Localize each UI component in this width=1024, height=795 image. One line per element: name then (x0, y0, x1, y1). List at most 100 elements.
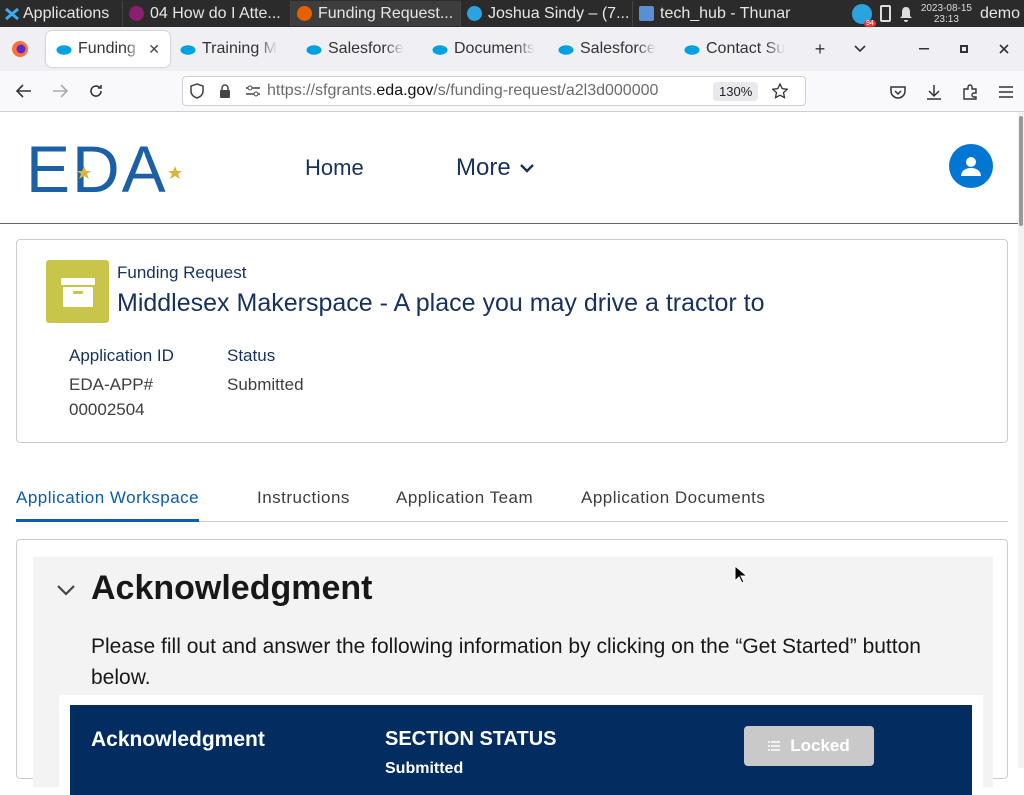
tab-label: Documents (454, 40, 535, 57)
taskbar-window-label: Joshua Sindy – (7... (488, 4, 630, 22)
record-title: Middlesex Makerspace - A place you may d… (117, 289, 765, 317)
browser-tab[interactable]: Documents (422, 31, 548, 67)
minimize-icon (919, 48, 929, 50)
system-tray: 94 2023-08-15 23:13 demo (851, 0, 1024, 27)
field-value: Submitted (227, 375, 304, 394)
shield-icon[interactable] (183, 83, 211, 99)
field-value-line1: EDA-APP# (69, 375, 154, 394)
clock-time: 23:13 (933, 13, 959, 25)
download-icon (927, 84, 941, 100)
logo-text: EDA (26, 140, 168, 196)
salesforce-cloud-icon (180, 44, 196, 55)
archive-box-icon (60, 277, 95, 307)
applications-label: Applications (23, 4, 110, 22)
taskbar-window-1[interactable]: 04 How do I Atte... (122, 1, 290, 26)
pocket-icon (890, 85, 906, 99)
chevron-down-icon (854, 45, 866, 53)
firefox-view-button[interactable] (0, 27, 40, 71)
browser-tab[interactable]: Salesforce (296, 31, 422, 67)
forward-button[interactable] (42, 73, 78, 109)
record-type-label: Funding Request (117, 263, 247, 282)
section-status-label: SECTION STATUS (385, 728, 557, 750)
browser-tab[interactable]: Contact Su (674, 31, 800, 67)
record-tabs: Application Workspace Instructions Appli… (16, 482, 1008, 522)
clock-date: 2023-08-15 (920, 2, 972, 14)
site-header: EDA Home More (0, 112, 1021, 224)
scrollbar-thumb[interactable] (1019, 116, 1023, 226)
app-menu-button[interactable] (988, 74, 1024, 110)
tray-badge: 94 (864, 19, 876, 27)
url-text[interactable]: https://sfgrants.eda.gov/s/funding-reque… (267, 82, 707, 100)
browser-tab-active[interactable]: Funding R ✕ (46, 31, 170, 67)
section-name: Acknowledgment (91, 728, 265, 751)
locked-button-label: Locked (790, 736, 850, 755)
maximize-window-button[interactable] (944, 27, 984, 71)
browser-nav-bar: https://sfgrants.eda.gov/s/funding-reque… (0, 71, 1024, 112)
nav-more-menu[interactable]: More (456, 154, 535, 182)
close-window-button[interactable] (984, 27, 1024, 71)
close-tab-icon[interactable]: ✕ (148, 41, 160, 58)
browser-tab[interactable]: Training M (170, 31, 296, 67)
page-scrollbar[interactable] (1018, 112, 1024, 768)
firefox-icon (297, 6, 312, 21)
taskbar-window-label: 04 How do I Atte... (150, 4, 281, 22)
downloads-button[interactable] (916, 74, 952, 110)
salesforce-cloud-icon (306, 44, 322, 55)
applications-menu[interactable]: Applications (0, 0, 122, 27)
application-workspace: Acknowledgment Please fill out and answe… (16, 539, 1008, 795)
tab-application-documents[interactable]: Application Documents (581, 488, 765, 522)
tab-application-workspace[interactable]: Application Workspace (16, 488, 200, 522)
browser-tab[interactable]: Salesforce (548, 31, 674, 67)
salesforce-cloud-icon (558, 44, 574, 55)
reload-button[interactable] (78, 73, 114, 109)
telegram-tray-icon[interactable]: 94 (851, 3, 876, 27)
eda-logo[interactable]: EDA (26, 140, 246, 196)
permissions-icon[interactable] (239, 85, 267, 97)
section-card: Acknowledgment SECTION STATUS Submitted … (59, 695, 983, 795)
tab-label: Salesforce (328, 40, 404, 57)
arrow-right-icon (53, 84, 68, 98)
taskbar-window-4[interactable]: tech_hub - Thunar (632, 1, 804, 26)
list-tabs-button[interactable] (840, 27, 880, 71)
tab-label: Contact Su (706, 40, 786, 57)
section-instructions: Please fill out and answer the following… (91, 635, 921, 689)
tab-label: Funding R (78, 40, 142, 57)
nav-home-link[interactable]: Home (305, 155, 364, 181)
user-avatar-button[interactable] (949, 144, 993, 188)
back-button[interactable] (6, 73, 42, 109)
mouse-cursor-icon (734, 565, 748, 584)
taskbar-window-2[interactable]: Funding Request... (290, 1, 460, 26)
zoom-level-button[interactable]: 130% (713, 81, 759, 101)
new-tab-button[interactable]: + (800, 27, 840, 71)
lock-icon[interactable] (211, 83, 239, 99)
url-domain: eda.gov (376, 82, 434, 99)
locked-button[interactable]: Locked (744, 726, 874, 766)
bell-icon[interactable] (899, 6, 913, 22)
record-header: Funding Request Middlesex Makerspace - A… (16, 239, 1008, 443)
arrow-left-icon (16, 84, 31, 98)
bookmark-star-icon[interactable] (766, 83, 794, 99)
extensions-button[interactable] (952, 74, 988, 110)
salesforce-cloud-icon (684, 44, 700, 55)
os-taskbar: Applications 04 How do I Atte... Funding… (0, 0, 1024, 27)
tab-application-team[interactable]: Application Team (396, 488, 533, 522)
tab-instructions[interactable]: Instructions (257, 488, 350, 522)
collapse-chevron-icon[interactable] (55, 579, 77, 601)
url-path: /s/funding-request/a2l3d000000 (433, 82, 659, 99)
minimize-window-button[interactable] (904, 27, 944, 71)
field-application-id: Application ID EDA-APP# 00002504 (69, 346, 174, 422)
clock[interactable]: 2023-08-15 23:13 (921, 3, 972, 25)
taskbar-window-label: tech_hub - Thunar (660, 4, 791, 22)
section-heading[interactable]: Acknowledgment (91, 569, 372, 608)
salesforce-cloud-icon (432, 44, 448, 55)
pocket-button[interactable] (880, 74, 916, 110)
taskbar-window-3[interactable]: Joshua Sindy – (7... (460, 1, 632, 26)
user-menu[interactable]: demo (980, 5, 1020, 23)
battery-icon[interactable] (879, 5, 891, 22)
url-bar[interactable]: https://sfgrants.eda.gov/s/funding-reque… (182, 76, 806, 106)
list-icon (768, 741, 781, 751)
record-type-icon (46, 260, 109, 323)
telegram-icon (467, 6, 482, 21)
url-prefix: https://sfgrants. (267, 82, 377, 99)
salesforce-cloud-icon (56, 44, 72, 55)
